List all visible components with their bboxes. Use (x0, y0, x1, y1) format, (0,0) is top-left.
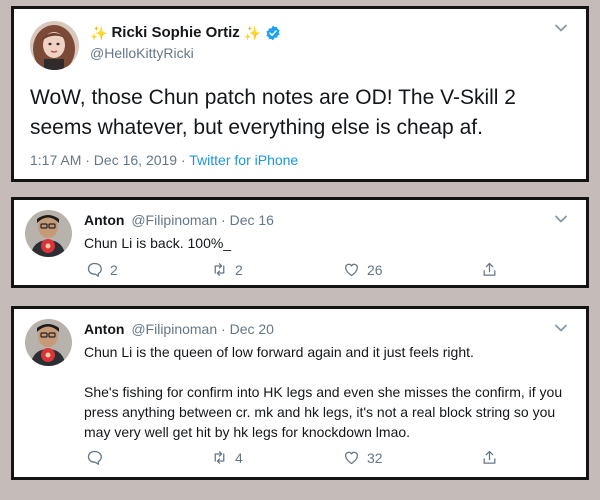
display-name[interactable]: Ricki Sophie Ortiz (111, 24, 239, 41)
retweet-icon (214, 263, 225, 276)
retweet-count: 2 (235, 261, 243, 278)
tweet-actions: 2 2 26 (86, 261, 496, 279)
reply-header: Anton @Filipinoman · Dec 16 (84, 212, 274, 228)
avatar[interactable] (30, 21, 79, 70)
reply-paragraph: Chun Li is back. 100%_ (84, 235, 232, 251)
reply-text: Chun Li is the queen of low forward agai… (84, 342, 579, 442)
reply-tweet-card: Anton @Filipinoman · Dec 20 Chun Li is t… (11, 306, 589, 480)
sparkle-icon: ✨ (90, 24, 108, 41)
heart-icon (345, 263, 358, 277)
reply-author-name[interactable]: Anton (84, 212, 124, 228)
reply-author-name[interactable]: Anton (84, 321, 124, 337)
retweet-button[interactable]: 4 (211, 449, 243, 466)
reply-text: Chun Li is back. 100%_ (84, 233, 579, 253)
avatar[interactable] (25, 210, 72, 257)
share-icon (483, 262, 496, 276)
like-count: 32 (367, 449, 383, 466)
sparkle-icon: ✨ (243, 24, 262, 41)
reply-paragraph: Chun Li is the queen of low forward agai… (84, 344, 474, 360)
reply-tweet-card: Anton @Filipinoman · Dec 16 Chun Li is b… (11, 197, 589, 288)
reply-button[interactable]: 2 (86, 261, 118, 278)
share-button[interactable] (481, 449, 498, 466)
tweet-text: WoW, those Chun patch notes are OD! The … (30, 86, 516, 139)
avatar[interactable] (25, 319, 72, 366)
reply-icon (87, 450, 102, 465)
tweet-metadata: 1:17 AM · Dec 16, 2019 · Twitter for iPh… (30, 152, 298, 168)
display-name-row[interactable]: ✨ Ricki Sophie Ortiz ✨ (90, 24, 281, 41)
reply-date[interactable]: · Dec 20 (221, 321, 274, 337)
heart-icon (345, 451, 358, 465)
reply-button[interactable] (86, 449, 103, 466)
like-button[interactable]: 32 (343, 449, 383, 466)
main-tweet-card: ✨ Ricki Sophie Ortiz ✨ @HelloKittyRicki … (11, 6, 589, 182)
share-button[interactable] (481, 261, 498, 278)
verified-badge-icon (266, 25, 280, 40)
retweet-button[interactable]: 2 (211, 261, 243, 278)
tweet-source-link[interactable]: Twitter for iPhone (189, 152, 298, 168)
chevron-down-icon[interactable] (554, 323, 568, 333)
user-handle[interactable]: @HelloKittyRicki (90, 45, 194, 61)
share-icon (483, 450, 496, 464)
reply-author-handle[interactable]: @Filipinoman (131, 212, 217, 228)
tweet-actions: 4 32 (86, 449, 496, 467)
reply-icon (87, 262, 102, 277)
reply-date[interactable]: · Dec 16 (221, 212, 274, 228)
retweet-count: 4 (235, 449, 243, 466)
reply-author-handle[interactable]: @Filipinoman (131, 321, 217, 337)
chevron-down-icon[interactable] (554, 23, 568, 33)
reply-paragraph: She's fishing for confirm into HK legs a… (84, 384, 563, 440)
retweet-icon (214, 451, 225, 464)
like-button[interactable]: 26 (343, 261, 383, 278)
reply-count: 2 (110, 261, 118, 278)
chevron-down-icon[interactable] (554, 214, 568, 224)
like-count: 26 (367, 261, 383, 278)
reply-header: Anton @Filipinoman · Dec 20 (84, 321, 274, 337)
tweet-timestamp[interactable]: 1:17 AM · Dec 16, 2019 · (30, 152, 189, 168)
